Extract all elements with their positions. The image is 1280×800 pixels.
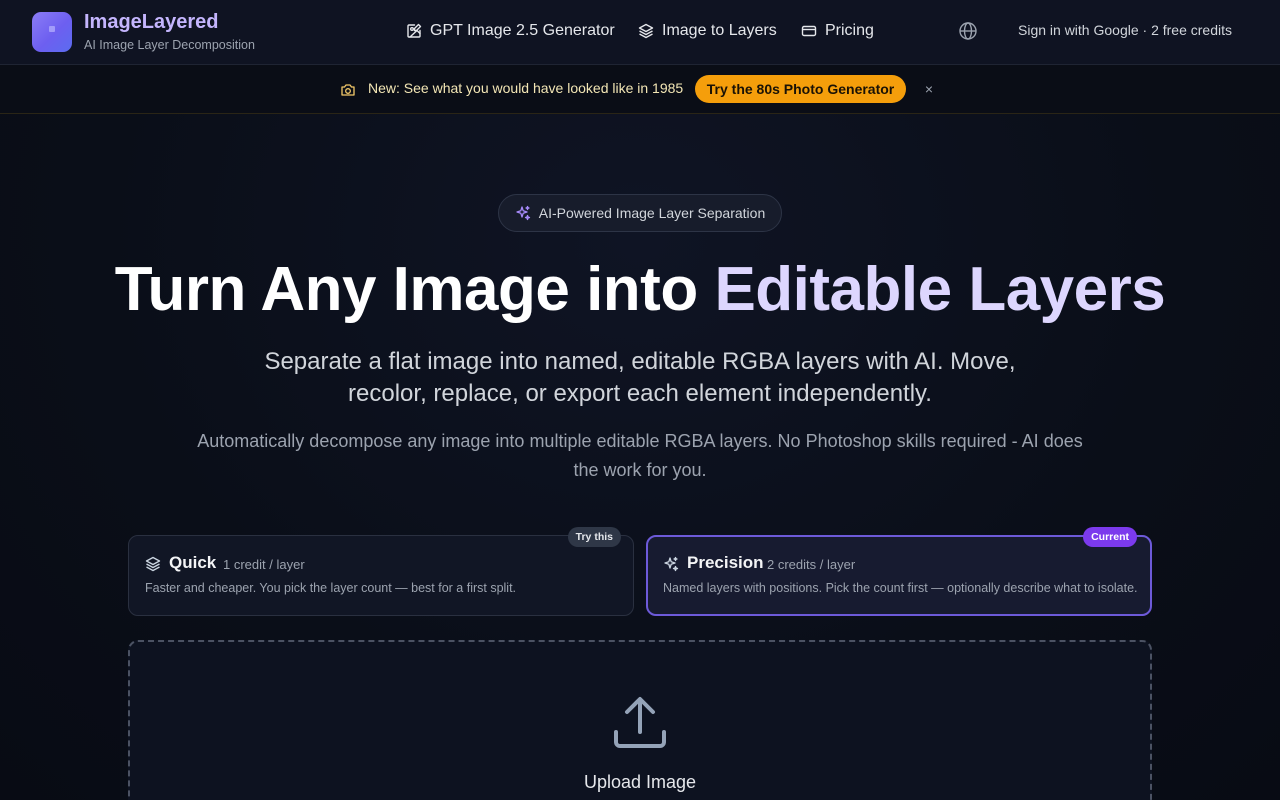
- mode-name: Precision: [687, 553, 764, 572]
- upload-dropzone[interactable]: Upload Image: [128, 640, 1152, 800]
- mode-name: Quick: [169, 553, 217, 572]
- upload-icon: [614, 697, 666, 748]
- sign-in-google-button[interactable]: Sign in with Google · 2 free credits: [1018, 22, 1232, 38]
- nav-pricing[interactable]: Pricing: [801, 20, 874, 42]
- nav-gpt-image-generator[interactable]: GPT Image 2.5 Generator: [406, 20, 615, 42]
- try-this-badge: Try this: [567, 527, 621, 547]
- layers-icon: [145, 556, 161, 572]
- current-badge: Current: [1083, 527, 1137, 547]
- banner-text: New: See what you would have looked like…: [368, 80, 684, 96]
- hero-description: Automatically decompose any image into m…: [197, 431, 1083, 480]
- page: ImageLayered AI Image Layer Decompositio…: [0, 0, 1280, 800]
- mode-card-quick[interactable]: Quick 1 credit / layer Faster and cheape…: [128, 527, 634, 616]
- mode-card-precision[interactable]: Precision 2 credits / layer Named layers…: [646, 527, 1152, 616]
- mode-cost: 1 credit / layer: [223, 557, 305, 572]
- feature-pill: AI-Powered Image Layer Separation: [498, 194, 782, 232]
- hero-title: Turn Any Image into Editable Layers: [0, 254, 1280, 325]
- mode-cost: 2 credits / layer: [767, 557, 856, 572]
- image-edit-icon: [407, 23, 422, 38]
- mode-description: Faster and cheaper. You pick the layer c…: [145, 581, 517, 595]
- sparkles-icon: [516, 205, 530, 221]
- sparkles-icon: [664, 556, 679, 572]
- promo-banner: New: See what you would have looked like…: [0, 65, 1280, 114]
- credit-card-icon: [801, 25, 817, 37]
- try-80s-generator-button[interactable]: Try the 80s Photo Generator: [695, 75, 906, 103]
- layers-icon: [638, 23, 654, 39]
- nav-label: Pricing: [825, 22, 874, 39]
- hero-subtitle: Separate a flat image into named, editab…: [264, 348, 1016, 407]
- brand-title[interactable]: ImageLayered: [84, 11, 219, 34]
- close-icon[interactable]: ×: [922, 82, 936, 96]
- globe-icon[interactable]: [958, 21, 978, 41]
- brand-subtitle: AI Image Layer Decomposition: [84, 38, 255, 52]
- nav-label: GPT Image 2.5 Generator: [430, 22, 615, 39]
- nav-label: Image to Layers: [662, 22, 777, 39]
- hero-title-accent: Editable Layers: [714, 255, 1166, 324]
- upload-label: Upload Image: [583, 772, 697, 792]
- hero-title-main: Turn Any Image into: [114, 255, 715, 324]
- nav-image-to-layers[interactable]: Image to Layers: [638, 20, 777, 42]
- logo-icon[interactable]: [32, 12, 72, 52]
- pill-label: AI-Powered Image Layer Separation: [538, 205, 766, 221]
- top-header: ImageLayered AI Image Layer Decompositio…: [0, 0, 1280, 65]
- mode-description: Named layers with positions. Pick the co…: [663, 581, 1138, 595]
- camera-icon: [341, 84, 355, 96]
